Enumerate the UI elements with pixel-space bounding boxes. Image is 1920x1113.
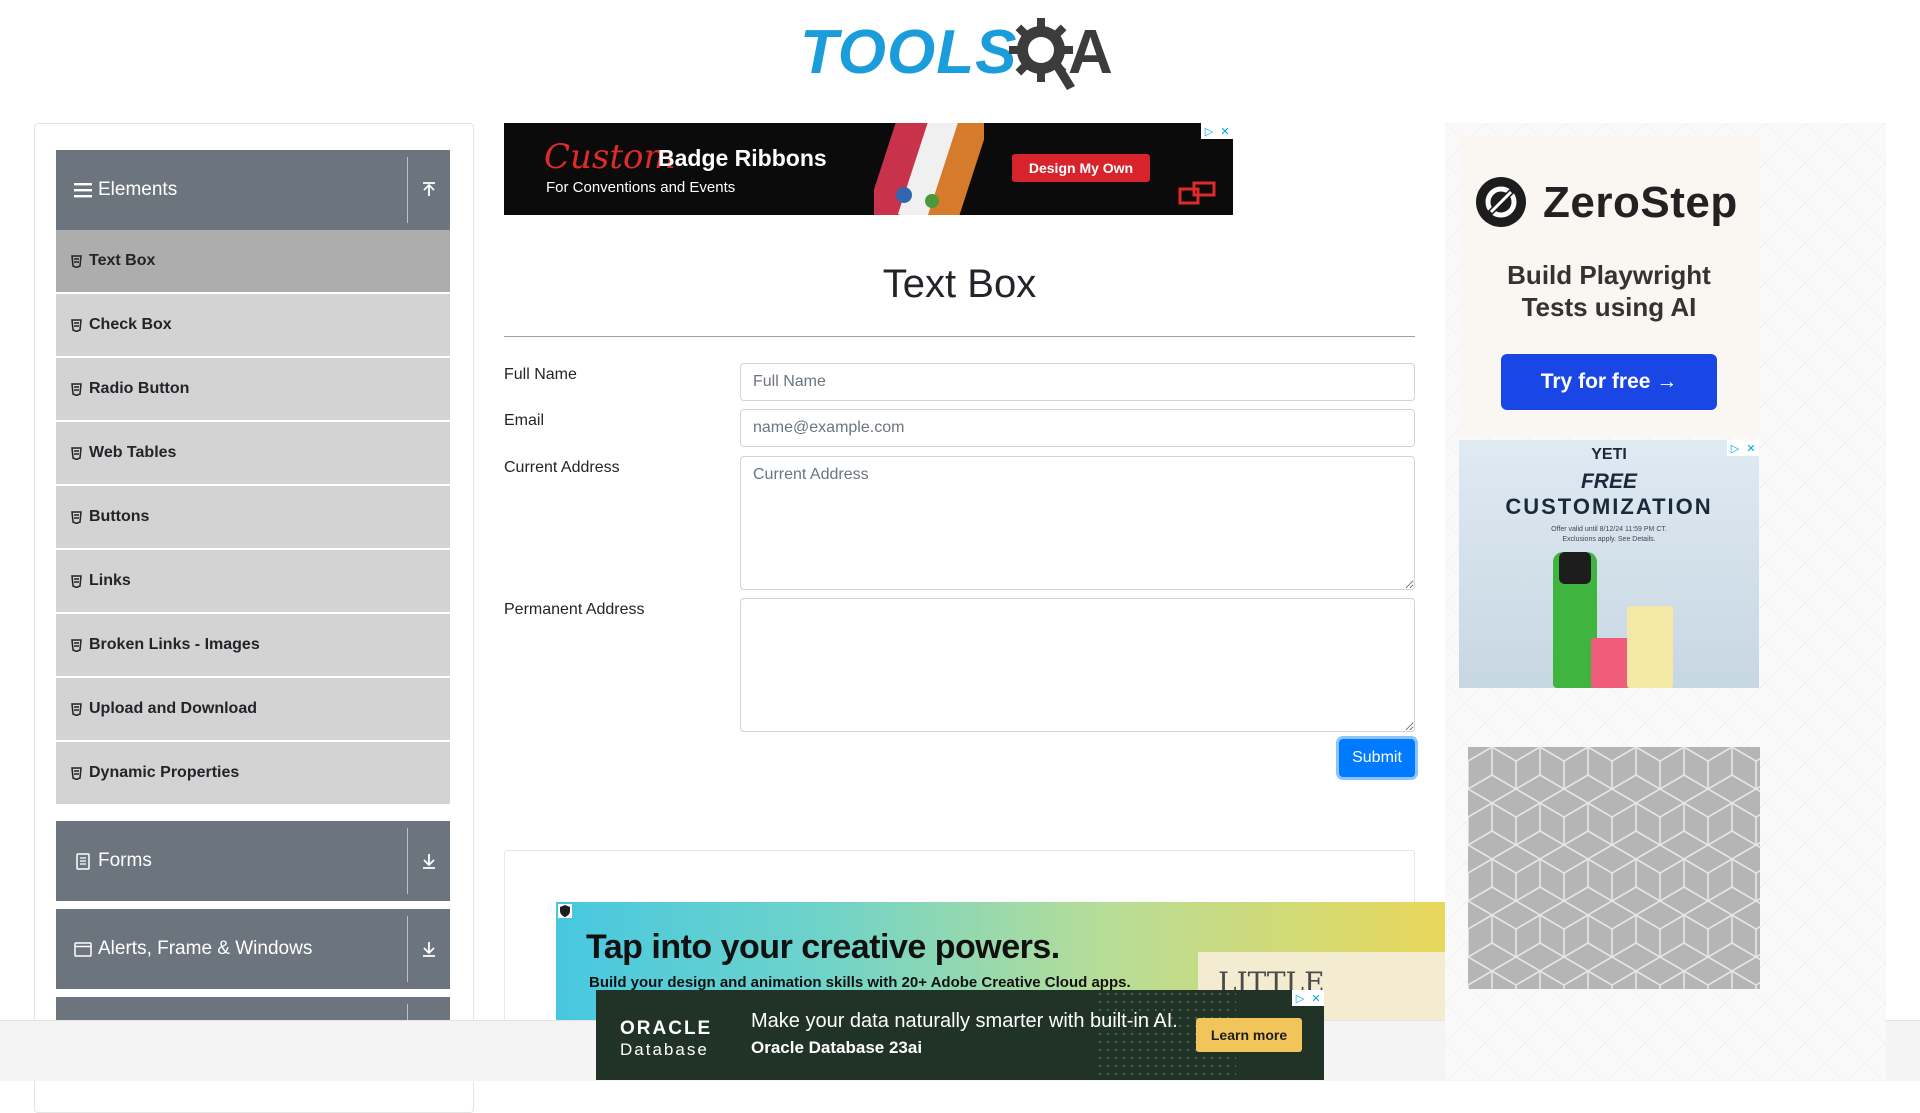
- current-address-label: Current Address: [504, 459, 620, 476]
- menu-item-label: Web Tables: [89, 444, 177, 461]
- ad-choices[interactable]: ▷ ✕: [1292, 990, 1324, 1006]
- ad-fine-print-1: Offer valid until 8/12/24 11:59 PM CT.: [1551, 526, 1667, 533]
- ad-brand: YETI: [1591, 446, 1627, 463]
- left-sidebar: Elements Text Box Check Box Radio Button…: [34, 123, 474, 1113]
- hamburger-icon: [72, 182, 94, 198]
- menu-item-icon: [71, 510, 82, 524]
- ad-brand: ORACLE: [620, 1018, 713, 1039]
- group-header-elements[interactable]: Elements: [56, 150, 450, 230]
- toolsqa-logo[interactable]: TOOLS A: [800, 14, 1125, 94]
- menu-item-label: Radio Button: [89, 380, 190, 397]
- menu-item-icon: [71, 446, 82, 460]
- logo-text-a: A: [1068, 18, 1113, 87]
- document-icon: [72, 852, 94, 870]
- ad-brand: ZeroStep: [1543, 178, 1738, 227]
- group-header-forms[interactable]: Forms: [56, 821, 450, 901]
- ad-headline: Tap into your creative powers.: [586, 928, 1060, 966]
- menu-item-upload-download[interactable]: Upload and Download: [56, 678, 450, 742]
- ad-close-icon[interactable]: ✕: [1217, 123, 1233, 139]
- menu-item-label: Buttons: [89, 508, 150, 525]
- menu-item-label: Dynamic Properties: [89, 764, 240, 781]
- page-title: Text Box: [882, 262, 1037, 306]
- menu-item-icon: [71, 382, 82, 396]
- current-address-textarea[interactable]: [740, 456, 1415, 590]
- group-label: Alerts, Frame & Windows: [98, 938, 313, 959]
- ad-script-word: Custom: [544, 137, 676, 177]
- ad-yeti[interactable]: YETI FREE CUSTOMIZATION Offer valid unti…: [1459, 440, 1759, 688]
- expand-down-icon[interactable]: [408, 853, 450, 869]
- zerostep-logo-icon: [1476, 177, 1526, 227]
- window-icon: [72, 941, 94, 957]
- menu-item-radio-button[interactable]: Radio Button: [56, 358, 450, 422]
- submit-button[interactable]: Submit: [1339, 739, 1415, 777]
- ad-brand-icon: [1178, 181, 1216, 205]
- menu-item-dynamic-properties[interactable]: Dynamic Properties: [56, 742, 450, 806]
- ad-headline: Badge Ribbons: [658, 145, 827, 171]
- menu-item-label: Upload and Download: [89, 700, 257, 717]
- ad-hex-pattern: [1468, 747, 1760, 989]
- menu-item-broken-links[interactable]: Broken Links - Images: [56, 614, 450, 678]
- ad-line-2: Oracle Database 23ai: [751, 1038, 923, 1057]
- yellow-cup-image: [1627, 606, 1673, 688]
- ad-product: Database: [620, 1040, 709, 1059]
- menu-item-icon: [71, 638, 82, 652]
- ad-info-icon[interactable]: ▷: [1292, 990, 1308, 1006]
- pink-cup-image: [1591, 638, 1631, 688]
- ad-headline: CUSTOMIZATION: [1505, 494, 1713, 519]
- menu-item-icon: [71, 574, 82, 588]
- permanent-address-textarea[interactable]: [740, 598, 1415, 732]
- group-label: Forms: [98, 850, 152, 871]
- menu-item-label: Text Box: [89, 252, 156, 269]
- email-input[interactable]: [740, 409, 1415, 447]
- ad-banner-oracle[interactable]: ORACLE Database Make your data naturally…: [596, 990, 1324, 1080]
- bottle-cap-image: [1559, 552, 1591, 584]
- menu-item-label: Links: [89, 572, 131, 589]
- menu-item-check-box[interactable]: Check Box: [56, 294, 450, 358]
- menu-item-text-box[interactable]: Text Box: [56, 230, 450, 294]
- menu-item-links[interactable]: Links: [56, 550, 450, 614]
- logo-text: TOOLS: [800, 18, 1018, 87]
- menu-item-buttons[interactable]: Buttons: [56, 486, 450, 550]
- ad-shield-icon: [558, 904, 572, 918]
- ad-tagline-1: Build Playwright: [1507, 260, 1711, 290]
- ad-free-text: FREE: [1580, 470, 1637, 493]
- full-name-input[interactable]: [740, 363, 1415, 401]
- ad-cta-button[interactable]: Try for free →: [1501, 354, 1717, 410]
- ad-info-icon[interactable]: ▷: [1201, 123, 1217, 139]
- ad-close-icon[interactable]: ✕: [1743, 440, 1759, 456]
- email-label: Email: [504, 412, 545, 429]
- ad-choices[interactable]: ▷ ✕: [1201, 123, 1233, 139]
- title-divider: [504, 336, 1415, 337]
- ad-zerostep[interactable]: ZeroStep Build Playwright Tests using AI…: [1459, 136, 1759, 436]
- collapse-up-icon[interactable]: [408, 182, 450, 198]
- menu-item-icon: [71, 254, 82, 268]
- group-header-alerts[interactable]: Alerts, Frame & Windows: [56, 909, 450, 989]
- ribbons-image: [874, 123, 984, 215]
- menu-item-label: Check Box: [89, 316, 172, 333]
- ad-tagline-2: Tests using AI: [1521, 292, 1697, 322]
- ad-info-icon[interactable]: ▷: [1727, 440, 1743, 456]
- ad-cta-button[interactable]: Design My Own: [1012, 154, 1150, 182]
- ad-banner-badge-ribbons[interactable]: Custom Badge Ribbons For Conventions and…: [504, 123, 1233, 215]
- permanent-address-label: Permanent Address: [504, 601, 645, 618]
- hex-pattern-image: [1468, 747, 1760, 989]
- ad-choices[interactable]: ▷ ✕: [1727, 440, 1759, 456]
- ad-fine-print-2: Exclusions apply. See Details.: [1562, 536, 1656, 543]
- ad-tagline: Build your design and animation skills w…: [589, 974, 1131, 991]
- ad-line-1: Make your data naturally smarter with bu…: [751, 1010, 1178, 1032]
- menu-item-icon: [71, 766, 82, 780]
- menu-item-icon: [71, 318, 82, 332]
- elements-menu: Text Box Check Box Radio Button Web Tabl…: [56, 230, 450, 806]
- expand-down-icon[interactable]: [408, 941, 450, 957]
- menu-item-label: Broken Links - Images: [89, 636, 260, 653]
- ad-close-icon[interactable]: ✕: [1308, 990, 1324, 1006]
- full-name-label: Full Name: [504, 366, 577, 383]
- menu-item-icon: [71, 702, 82, 716]
- ad-cta-button[interactable]: Learn more: [1196, 1018, 1302, 1052]
- menu-item-web-tables[interactable]: Web Tables: [56, 422, 450, 486]
- group-label: Elements: [98, 179, 178, 200]
- ad-subline: For Conventions and Events: [546, 179, 736, 196]
